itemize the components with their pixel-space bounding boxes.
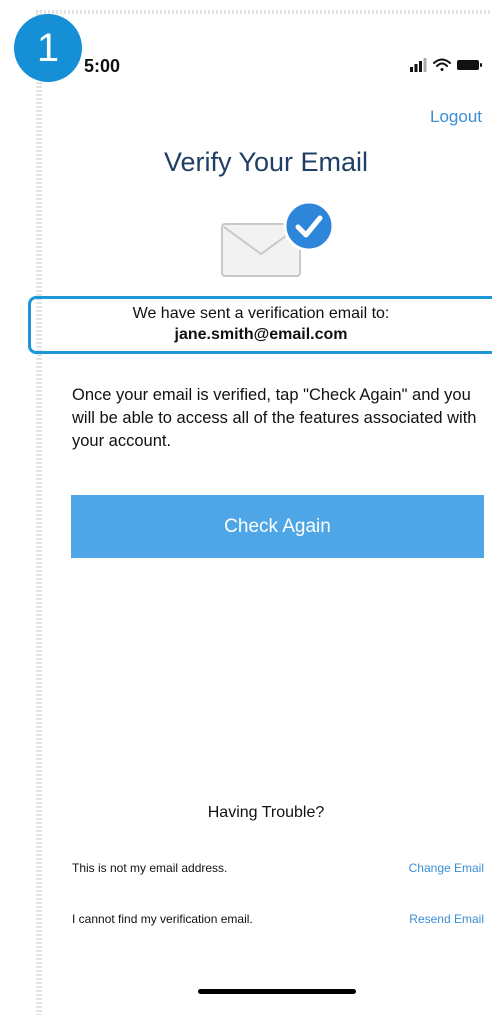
verification-sent-text: We have sent a verification email to:	[132, 305, 390, 322]
cannot-find-email-label: I cannot find my verification email.	[72, 912, 253, 926]
status-bar-time: 5:00	[84, 56, 121, 76]
verification-email-address: jane.smith@email.com	[174, 326, 348, 343]
step-number-badge: 1	[14, 14, 82, 82]
verification-instructions: Once your email is verified, tap "Check …	[72, 386, 477, 450]
logout-link[interactable]: Logout	[430, 107, 482, 127]
screenshot-frame-top	[36, 10, 492, 14]
resend-email-link[interactable]: Resend Email	[409, 912, 484, 926]
email-verified-icon	[221, 200, 335, 277]
change-email-link[interactable]: Change Email	[409, 861, 484, 875]
home-indicator[interactable]	[198, 989, 356, 994]
status-bar-icons	[410, 58, 482, 72]
not-my-email-label: This is not my email address.	[72, 861, 228, 875]
signal-icon	[410, 58, 427, 72]
wifi-icon	[433, 58, 451, 71]
check-again-button[interactable]: Check Again	[71, 495, 484, 558]
checkmark-badge-icon	[283, 200, 335, 252]
page-title: Verify Your Email	[163, 147, 369, 177]
battery-icon	[457, 60, 482, 70]
having-trouble-heading: Having Trouble?	[207, 804, 325, 821]
